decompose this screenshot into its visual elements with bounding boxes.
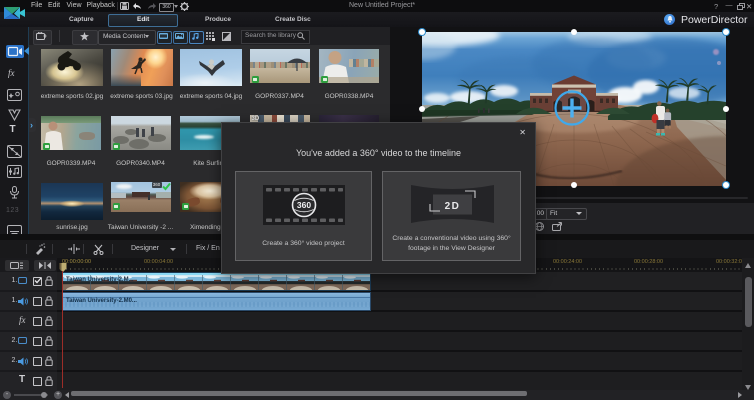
svg-text:2D: 2D xyxy=(445,201,461,212)
svg-text:360: 360 xyxy=(297,200,311,210)
